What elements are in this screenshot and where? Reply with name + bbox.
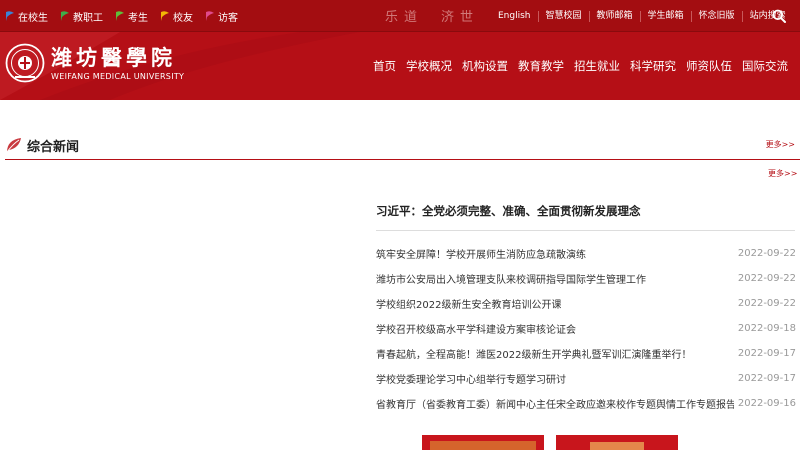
site-header: 潍坊醫學院 WEIFANG MEDICAL UNIVERSITY 首页 学校概况… [0,32,800,100]
banner-graphic-2 [590,442,644,450]
flag-icon [206,11,214,21]
main-nav: 首页 学校概况 机构设置 教育教学 招生就业 科学研究 师资队伍 国际交流 [368,32,793,100]
logo-chinese-name: 潍坊醫學院 [51,44,176,70]
link-student-mail[interactable]: 学生邮箱 [639,10,691,22]
search-icon[interactable] [772,9,786,23]
news-date: 2022-09-17 [737,373,796,384]
slogan: 乐道 济世 [385,6,497,25]
headline-divider [376,230,795,231]
quick-link-visitors[interactable]: 访客 [204,9,238,24]
more-link-secondary[interactable]: 更多>> [768,168,797,179]
banner-graphic-1 [430,441,536,450]
quick-link-staff[interactable]: 教职工 [59,9,103,24]
logo-english-name: WEIFANG MEDICAL UNIVERSITY [51,71,185,81]
nav-research[interactable]: 科学研究 [630,58,676,74]
university-logo[interactable]: 潍坊醫學院 WEIFANG MEDICAL UNIVERSITY [5,43,184,83]
slogan-part-2: 济世 [441,10,480,25]
section-title: 综合新闻 [27,140,80,155]
news-date: 2022-09-22 [737,273,796,284]
news-title: 青春起航，全程高能！潍医2022级新生开学典礼暨军训汇演隆重举行！ [376,350,692,361]
link-smart-campus[interactable]: 智慧校园 [537,10,589,22]
utility-links: English 智慧校园 教师邮箱 学生邮箱 怀念旧版 站内搜索 [490,0,793,32]
link-teacher-mail[interactable]: 教师邮箱 [588,10,640,22]
link-english[interactable]: English [490,11,538,22]
quick-link-alumni[interactable]: 校友 [159,9,193,24]
nav-about[interactable]: 学校概况 [406,58,452,74]
flag-icon [161,11,169,21]
news-item[interactable]: 潍坊市公安局出入境管理支队来校调研指导国际学生管理工作 2022-09-22 [376,266,796,291]
news-title: 筑牢安全屏障！学校开展师生消防应急疏散演练 [376,250,586,261]
news-item[interactable]: 省教育厅（省委教育工委）新闻中心主任宋全政应邀来校作专题舆情工作专题报告 202… [376,391,796,416]
news-section-header: 综合新闻 更多>> [5,133,800,160]
nav-faculty[interactable]: 师资队伍 [686,58,732,74]
news-title: 省教育厅（省委教育工委）新闻中心主任宋全政应邀来校作专题舆情工作专题报告 [376,400,734,411]
link-old-version[interactable]: 怀念旧版 [690,10,742,22]
nav-home[interactable]: 首页 [373,58,396,74]
leaf-icon [6,138,21,153]
news-item[interactable]: 学校党委理论学习中心组举行专题学习研讨 2022-09-17 [376,366,796,391]
slogan-part-1: 乐道 [385,10,424,25]
top-bar: 在校生 教职工 考生 校友 访客 乐道 济世 English 智慧校园 教师邮箱 … [0,0,800,32]
headline-news[interactable]: 习近平：全党必须完整、准确、全面贯彻新发展理念 [376,203,641,219]
feature-banner-2[interactable] [556,435,678,450]
news-date: 2022-09-18 [737,323,796,334]
flag-icon [6,11,14,21]
news-date: 2022-09-22 [737,298,796,309]
news-title: 学校组织2022级新生安全教育培训公开课 [376,300,562,311]
flag-icon [61,11,69,21]
quick-link-students[interactable]: 在校生 [4,9,48,24]
news-date: 2022-09-17 [737,348,796,359]
news-item[interactable]: 筑牢安全屏障！学校开展师生消防应急疏散演练 2022-09-22 [376,241,796,266]
quick-link-applicants[interactable]: 考生 [114,9,148,24]
news-date: 2022-09-16 [737,398,796,409]
nav-organization[interactable]: 机构设置 [462,58,508,74]
nav-international[interactable]: 国际交流 [742,58,788,74]
flag-icon [116,11,124,21]
university-seal-icon [5,43,45,83]
news-title: 学校召开校级高水平学科建设方案审核论证会 [376,325,576,336]
news-list: 筑牢安全屏障！学校开展师生消防应急疏散演练 2022-09-22 潍坊市公安局出… [376,241,796,416]
news-date: 2022-09-22 [737,248,796,259]
nav-education[interactable]: 教育教学 [518,58,564,74]
feature-banner-1[interactable] [422,435,544,450]
quick-links: 在校生 教职工 考生 校友 访客 [4,0,249,32]
news-item[interactable]: 青春起航，全程高能！潍医2022级新生开学典礼暨军训汇演隆重举行！ 2022-0… [376,341,796,366]
news-item[interactable]: 学校召开校级高水平学科建设方案审核论证会 2022-09-18 [376,316,796,341]
news-title: 潍坊市公安局出入境管理支队来校调研指导国际学生管理工作 [376,275,646,286]
news-item[interactable]: 学校组织2022级新生安全教育培训公开课 2022-09-22 [376,291,796,316]
news-title: 学校党委理论学习中心组举行专题学习研讨 [376,375,566,386]
more-link[interactable]: 更多>> [766,139,795,150]
nav-admissions[interactable]: 招生就业 [574,58,620,74]
